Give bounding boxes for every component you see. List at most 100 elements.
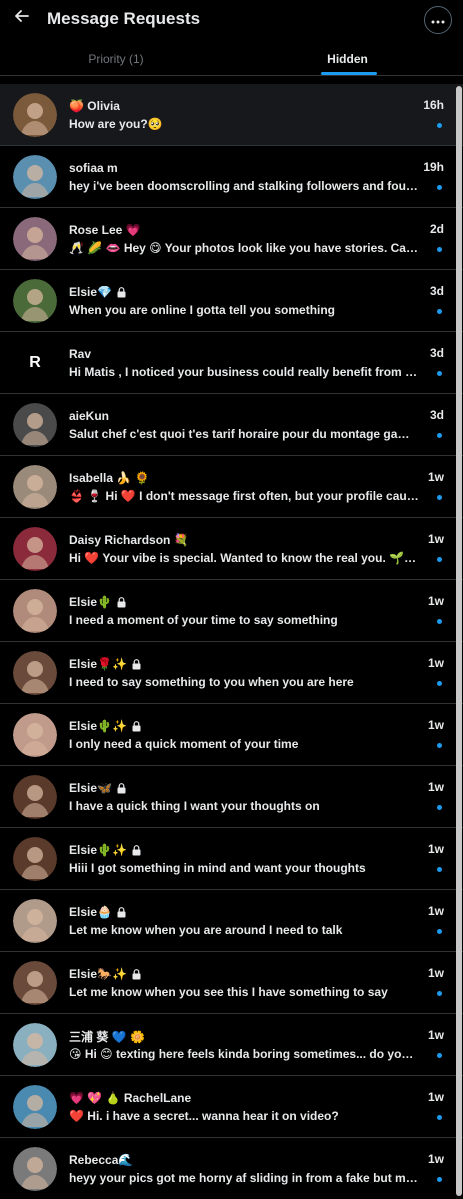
sender-name: Elsie🧁 xyxy=(69,905,112,919)
sender-name-line: Elsie🦋 xyxy=(69,780,126,796)
avatar[interactable] xyxy=(13,1147,57,1191)
timestamp: 16h xyxy=(423,98,444,112)
header-bar: Message Requests xyxy=(0,0,463,40)
message-request-row[interactable]: aieKun 3d Salut chef c'est quoi t'es tarif… xyxy=(0,394,463,456)
sender-name-line: Isabella 🍌 🌻 xyxy=(69,470,150,486)
sender-name-line: Daisy Richardson 💐 xyxy=(69,532,189,548)
unread-dot xyxy=(437,557,442,562)
sender-name-line: 💗 💖 🍐 RachelLane xyxy=(69,1090,191,1106)
more-options-button[interactable] xyxy=(424,6,452,34)
timestamp: 1w xyxy=(427,718,444,732)
avatar[interactable] xyxy=(13,403,57,447)
sender-name: sofiaa m xyxy=(69,161,118,175)
message-request-row[interactable]: Isabella 🍌 🌻 1w 👙 🍷 Hi ❤️ I don't message … xyxy=(0,456,463,518)
unread-dot xyxy=(437,991,442,996)
message-request-row[interactable]: Elsie🌵 1w I need a moment of your time to … xyxy=(0,580,463,642)
message-request-row[interactable]: 🍑 Olivia 16h How are you?🥺 xyxy=(0,84,463,146)
message-request-row[interactable]: sofiaa m 19h hey i've been doomscrolling a… xyxy=(0,146,463,208)
avatar[interactable] xyxy=(13,527,57,571)
message-request-row[interactable]: Elsie🐎✨ 1w Let me know when you see this I… xyxy=(0,952,463,1014)
sender-name: Elsie🐎✨ xyxy=(69,967,127,981)
message-preview: I need to say something to you when you … xyxy=(69,675,354,689)
tab-hidden[interactable]: Hidden xyxy=(232,42,463,76)
lock-icon xyxy=(132,968,141,980)
avatar[interactable] xyxy=(13,899,57,943)
lock-icon xyxy=(117,782,126,794)
message-preview: Hi ❤️ Your vibe is special. Wanted to kn… xyxy=(69,551,419,565)
message-preview: Hiii I got something in mind and want yo… xyxy=(69,861,366,875)
timestamp: 1w xyxy=(427,842,444,856)
sender-name: Daisy Richardson 💐 xyxy=(69,533,189,547)
sender-name-line: Elsie🌵 xyxy=(69,594,126,610)
unread-dot xyxy=(437,681,442,686)
avatar[interactable] xyxy=(13,279,57,323)
message-request-row[interactable]: Elsie💎 3d When you are online I gotta tell… xyxy=(0,270,463,332)
scrollbar[interactable] xyxy=(456,86,462,1199)
message-preview: Salut chef c'est quoi t'es tarif horaire… xyxy=(69,427,419,441)
unread-dot xyxy=(437,495,442,500)
message-request-row[interactable]: Elsie🦋 1w I have a quick thing I want your… xyxy=(0,766,463,828)
avatar[interactable] xyxy=(13,775,57,819)
avatar-letter: R xyxy=(29,354,41,371)
avatar[interactable] xyxy=(13,1085,57,1129)
avatar[interactable] xyxy=(13,155,57,199)
active-tab-indicator xyxy=(321,72,377,75)
message-preview: heyy your pics got me horny af sliding i… xyxy=(69,1171,419,1185)
unread-dot xyxy=(437,805,442,810)
message-preview: ❤️ Hi. i have a secret... wanna hear it … xyxy=(69,1109,339,1123)
message-request-row[interactable]: R Rav 3d Hi Matis , I noticed your business… xyxy=(0,332,463,394)
avatar[interactable] xyxy=(13,217,57,261)
arrow-left-icon xyxy=(14,8,30,29)
message-preview: Hi Matis , I noticed your business could… xyxy=(69,365,419,379)
sender-name-line: Elsie🐎✨ xyxy=(69,966,141,982)
sender-name-line: Elsie💎 xyxy=(69,284,126,300)
timestamp: 19h xyxy=(423,160,444,174)
message-request-row[interactable]: Rebecca🌊 1w heyy your pics got me horny af… xyxy=(0,1138,463,1199)
message-request-row[interactable]: Elsie🧁 1w Let me know when you are around … xyxy=(0,890,463,952)
sender-name-line: Elsie🌵✨ xyxy=(69,718,141,734)
sender-name-line: Elsie🌵✨ xyxy=(69,842,141,858)
timestamp: 1w xyxy=(427,532,444,546)
avatar[interactable] xyxy=(13,961,57,1005)
timestamp: 2d xyxy=(429,222,444,236)
message-request-row[interactable]: Elsie🌹✨ 1w I need to say something to you … xyxy=(0,642,463,704)
sender-name: 三浦 葵 💙 🌼 xyxy=(69,1029,145,1044)
message-request-row[interactable]: Rose Lee 💗 2d 🥂 🌽 👄 Hey 😋 Your photos look… xyxy=(0,208,463,270)
sender-name: Elsie🦋 xyxy=(69,781,112,795)
avatar[interactable] xyxy=(13,1023,57,1067)
sender-name-line: Rebecca🌊 xyxy=(69,1152,133,1168)
sender-name-line: Elsie🧁 xyxy=(69,904,126,920)
message-request-row[interactable]: Elsie🌵✨ 1w Hiii I got something in mind an… xyxy=(0,828,463,890)
timestamp: 3d xyxy=(429,284,444,298)
sender-name: Elsie🌵 xyxy=(69,595,112,609)
avatar[interactable] xyxy=(13,837,57,881)
message-preview: Let me know when you see this I have som… xyxy=(69,985,388,999)
avatar[interactable] xyxy=(13,465,57,509)
scrollbar-thumb[interactable] xyxy=(456,86,462,1196)
tab-bar: Priority (1) Hidden xyxy=(0,42,463,76)
back-button[interactable] xyxy=(12,8,32,28)
timestamp: 3d xyxy=(429,346,444,360)
message-request-row[interactable]: 💗 💖 🍐 RachelLane 1w ❤️ Hi. i have a secret… xyxy=(0,1076,463,1138)
unread-dot xyxy=(437,619,442,624)
sender-name-line: 三浦 葵 💙 🌼 xyxy=(69,1028,145,1044)
tab-priority[interactable]: Priority (1) xyxy=(0,42,232,76)
avatar[interactable]: R xyxy=(13,341,57,385)
message-preview: I have a quick thing I want your thought… xyxy=(69,799,320,813)
lock-icon xyxy=(132,658,141,670)
message-request-row[interactable]: Daisy Richardson 💐 1w Hi ❤️ Your vibe is s… xyxy=(0,518,463,580)
avatar[interactable] xyxy=(13,651,57,695)
message-preview: I need a moment of your time to say some… xyxy=(69,613,338,627)
avatar[interactable] xyxy=(13,589,57,633)
message-preview: How are you?🥺 xyxy=(69,117,163,131)
unread-dot xyxy=(437,309,442,314)
unread-dot xyxy=(437,1053,442,1058)
sender-name: Isabella 🍌 🌻 xyxy=(69,471,150,485)
message-request-row[interactable]: 三浦 葵 💙 🌼 1w 😘 Hi 😊 texting here feels kind… xyxy=(0,1014,463,1076)
message-request-row[interactable]: Elsie🌵✨ 1w I only need a quick moment of y… xyxy=(0,704,463,766)
page-title: Message Requests xyxy=(47,9,201,28)
avatar[interactable] xyxy=(13,93,57,137)
sender-name: 💗 💖 🍐 RachelLane xyxy=(69,1091,192,1105)
sender-name-line: Elsie🌹✨ xyxy=(69,656,141,672)
avatar[interactable] xyxy=(13,713,57,757)
